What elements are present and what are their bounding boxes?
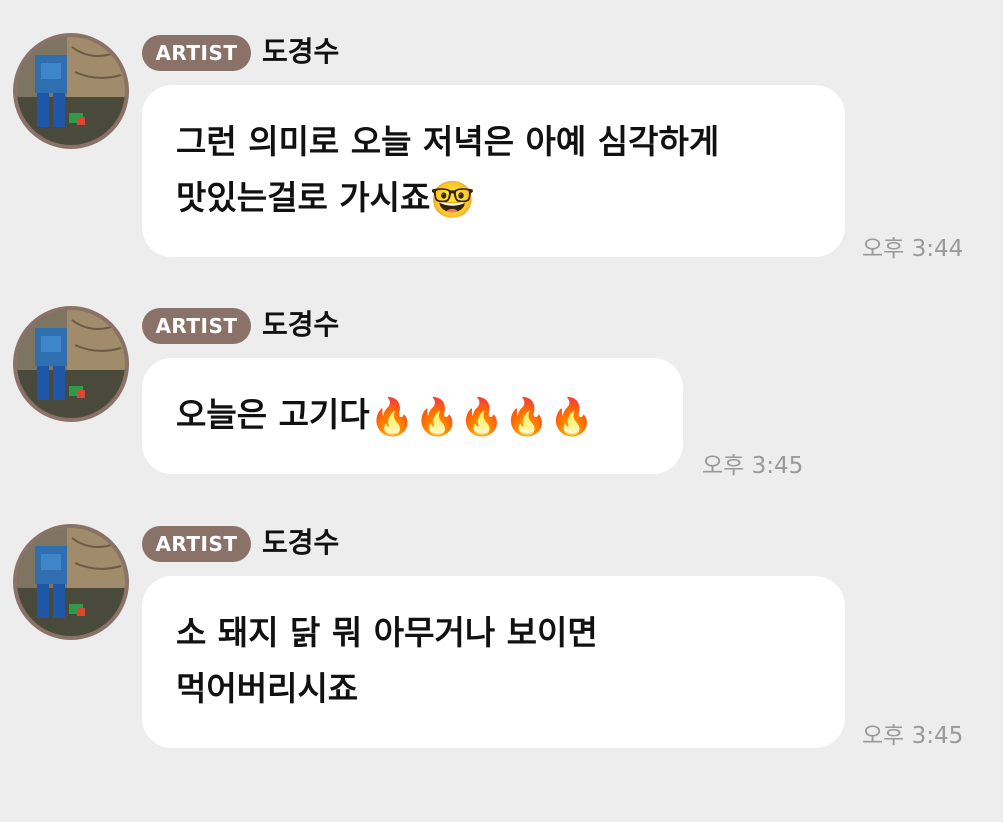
avatar[interactable] bbox=[13, 306, 129, 422]
sender-name[interactable]: 도경수 bbox=[262, 524, 339, 562]
message-bubble[interactable]: 소 돼지 닭 뭐 아무거나 보이면 먹어버리시죠 bbox=[142, 576, 845, 748]
sender-name[interactable]: 도경수 bbox=[262, 33, 339, 71]
profile-photo-icon bbox=[17, 37, 125, 145]
message-text: 소 돼지 닭 뭐 아무거나 보이면 먹어버리시죠 bbox=[176, 612, 598, 708]
profile-photo-icon bbox=[17, 310, 125, 418]
message-time: 오후 3:45 bbox=[702, 453, 804, 479]
profile-photo-icon bbox=[17, 528, 125, 636]
sender-name[interactable]: 도경수 bbox=[262, 306, 339, 344]
nerd-face-emoji: 🤓 bbox=[430, 179, 476, 221]
message-text: 오늘은 고기다🔥🔥🔥🔥🔥 bbox=[176, 394, 594, 438]
avatar[interactable] bbox=[13, 524, 129, 640]
artist-badge: ARTIST bbox=[142, 308, 251, 344]
fire-emoji: 🔥🔥🔥🔥🔥 bbox=[369, 396, 594, 438]
avatar[interactable] bbox=[13, 33, 129, 149]
artist-badge: ARTIST bbox=[142, 526, 251, 562]
message-bubble[interactable]: 오늘은 고기다🔥🔥🔥🔥🔥 bbox=[142, 358, 683, 474]
message-bubble[interactable]: 그런 의미로 오늘 저녁은 아예 심각하게 맛있는걸로 가시죠🤓 bbox=[142, 85, 845, 257]
message-text: 그런 의미로 오늘 저녁은 아예 심각하게 맛있는걸로 가시죠🤓 bbox=[176, 121, 720, 221]
message-time: 오후 3:44 bbox=[862, 236, 964, 262]
artist-badge: ARTIST bbox=[142, 35, 251, 71]
message-time: 오후 3:45 bbox=[862, 723, 964, 749]
